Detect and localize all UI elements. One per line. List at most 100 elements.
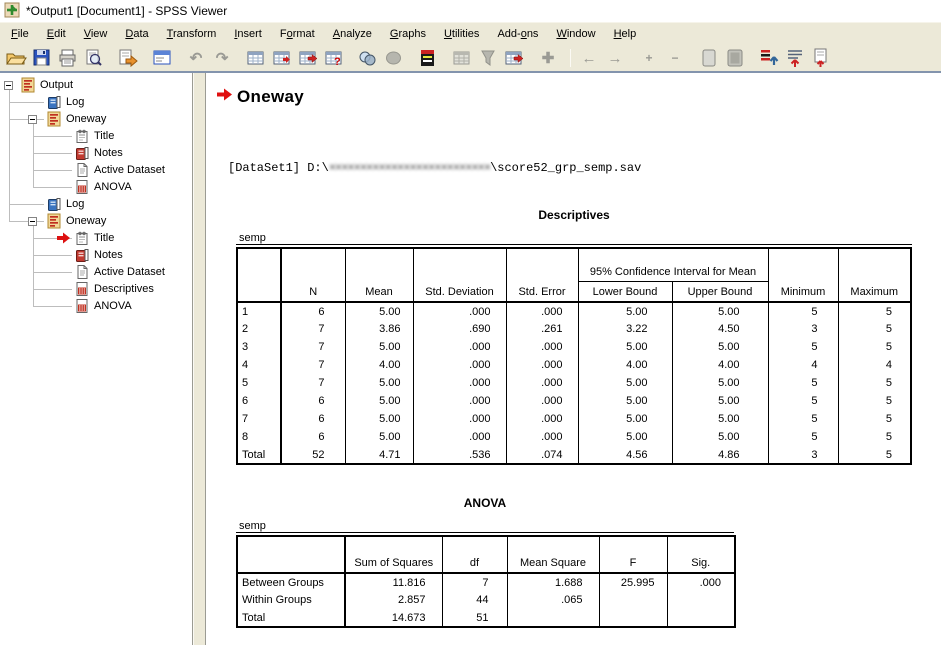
cell-value: 4 [768,356,838,374]
variable-info-icon[interactable]: ? [322,47,346,69]
cell-value: 5 [838,410,911,428]
save-icon[interactable] [30,47,54,69]
menu-insert[interactable]: Insert [225,25,271,43]
output-content-pane: Oneway [DataSet1] D:\×××××××××××××××××××… [206,73,941,645]
menu-edit[interactable]: Edit [38,25,75,43]
collapse-rect-icon[interactable] [697,47,721,69]
menu-window[interactable]: Window [547,25,604,43]
open-icon[interactable] [4,47,28,69]
cell-value: 3.22 [578,320,672,338]
table-row: 865.00.000.0005.005.0055 [237,428,911,446]
row-label: Total [237,609,345,627]
row-label: Within Groups [237,591,345,609]
column-header: F [599,536,667,573]
tree-item-label: Active Dataset [94,266,165,278]
goto-case-icon[interactable] [270,47,294,69]
tree-item-output[interactable]: Output [0,77,192,94]
menu-help[interactable]: Help [605,25,646,43]
dataset-log-line[interactable]: [DataSet1] D:\××××××××××××××××××××××××××… [228,161,941,175]
cell-value: 6 [281,410,345,428]
cell-value: 5 [768,302,838,320]
cell-value: 5.00 [345,428,413,446]
cell-value [667,609,735,627]
tree-item-notes[interactable]: Notes [0,145,192,162]
page-up-icon[interactable] [809,47,833,69]
tree-item-log[interactable]: Log [0,196,192,213]
table-row: 474.00.000.0004.004.0044 [237,356,911,374]
promote-icon[interactable] [757,47,781,69]
descriptives-table[interactable]: NMeanStd. DeviationStd. Error95% Confide… [236,247,912,465]
cell-value: 5.00 [578,392,672,410]
show-plus-icon[interactable]: + [637,47,661,69]
insert-title-icon[interactable] [476,47,500,69]
table-row: 273.86.690.2613.224.5035 [237,320,911,338]
previous-icon[interactable]: ← [577,47,601,69]
tree-item-anova[interactable]: ANOVA [0,179,192,196]
cell-value: 5.00 [578,410,672,428]
variables-icon[interactable] [296,47,320,69]
tree-item-oneway[interactable]: Oneway [0,111,192,128]
tree-item-active-dataset[interactable]: Active Dataset [0,264,192,281]
tree-item-title[interactable]: Title [0,128,192,145]
menu-transform[interactable]: Transform [158,25,226,43]
cell-value: .000 [413,428,506,446]
tree-item-title[interactable]: Title [0,230,192,247]
column-header [237,536,345,573]
recall-dialog-icon[interactable] [150,47,174,69]
menu-data[interactable]: Data [116,25,157,43]
select-last-output-icon[interactable] [356,47,380,69]
window-grid-icon[interactable] [450,47,474,69]
menu-graphs[interactable]: Graphs [381,25,435,43]
tree-item-log[interactable]: Log [0,94,192,111]
tree-expander[interactable] [4,81,13,90]
tree-item-notes[interactable]: Notes [0,247,192,264]
menu-format[interactable]: Format [271,25,324,43]
undo-icon[interactable]: ↶ [184,47,208,69]
export-icon[interactable] [116,47,140,69]
cell-value [507,609,599,627]
cell-value: 11.816 [345,573,442,591]
table-row: Total524.71.536.0744.564.8635 [237,446,911,464]
toolbar-separator [570,49,571,67]
tree-item-label: Log [66,96,84,108]
designate-window-icon[interactable] [416,47,440,69]
tree-item-descriptives[interactable]: Descriptives [0,281,192,298]
next-icon[interactable]: → [603,47,627,69]
insert-table-icon[interactable] [502,47,526,69]
cell-value: 5.00 [672,338,768,356]
tree-item-oneway[interactable]: Oneway [0,213,192,230]
menu-addons[interactable]: Add-ons [488,25,547,43]
anova-table[interactable]: Sum of SquaresdfMean SquareFSig.Between … [236,535,736,628]
cell-value: 4.00 [578,356,672,374]
column-header: 95% Confidence Interval for Mean [578,248,768,281]
hide-minus-icon[interactable]: − [663,47,687,69]
redo-icon[interactable]: ↷ [210,47,234,69]
cell-value: 5 [768,428,838,446]
cell-value [599,609,667,627]
show-hide-icon[interactable] [382,47,406,69]
menu-view[interactable]: View [75,25,117,43]
print-icon[interactable] [56,47,80,69]
print-preview-icon[interactable] [82,47,106,69]
row-label: 3 [237,338,281,356]
menu-file[interactable]: File [2,25,38,43]
tree-item-active-dataset[interactable]: Active Dataset [0,162,192,179]
cell-value: .000 [506,356,578,374]
tree-expander[interactable] [28,115,37,124]
cell-value: .000 [413,302,506,320]
menu-utilities[interactable]: Utilities [435,25,488,43]
tree-expander[interactable] [28,217,37,226]
goto-data-icon[interactable] [244,47,268,69]
row-label: 4 [237,356,281,374]
tree-item-label: Oneway [66,113,106,125]
menu-analyze[interactable]: Analyze [324,25,381,43]
oneway-heading-block[interactable]: Oneway [217,87,941,107]
align-up-icon[interactable] [783,47,807,69]
cell-value: 5 [838,428,911,446]
tree-item-anova[interactable]: ANOVA [0,298,192,315]
descriptives-title: Descriptives [236,208,912,222]
panel-splitter[interactable] [193,73,206,645]
svg-text:?: ? [334,56,341,68]
expand-rect-icon[interactable] [723,47,747,69]
expand-icon[interactable]: ✚ [536,47,560,69]
